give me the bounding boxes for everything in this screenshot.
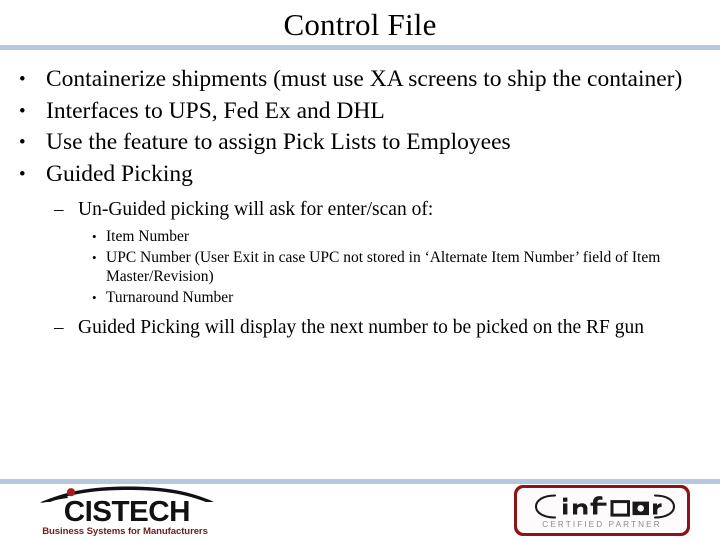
slide-footer: CISTECH Business Systems for Manufacture… (0, 479, 720, 540)
list-item-text: Interfaces to UPS, Fed Ex and DHL (46, 97, 385, 124)
page-title: Control File (283, 7, 437, 42)
list-item: • Turnaround Number (0, 288, 720, 308)
list-item-text: Un-Guided picking will ask for enter/sca… (78, 199, 434, 220)
slide-header: Control File (0, 0, 720, 50)
dash-marker-icon: – (54, 199, 64, 220)
list-item: • Guided Picking (0, 160, 720, 190)
dash-marker-icon: – (54, 317, 64, 338)
list-item: • UPC Number (User Exit in case UPC not … (0, 248, 720, 287)
infor-logo: CERTIFIED PARTNER (514, 485, 690, 536)
bullet-marker-icon: • (92, 289, 97, 305)
list-item: • Interfaces to UPS, Fed Ex and DHL (0, 97, 720, 127)
bullet-list: • Containerize shipments (must use XA sc… (0, 65, 720, 340)
bullet-marker-icon: • (19, 163, 26, 185)
list-item-text: Guided Picking (46, 160, 193, 187)
list-item: • Containerize shipments (must use XA sc… (0, 65, 720, 95)
slide-body: • Containerize shipments (must use XA sc… (0, 65, 720, 340)
cistech-wordmark: CISTECH (63, 496, 191, 528)
list-item-text: Containerize shipments (must use XA scre… (46, 66, 683, 92)
list-item-text: Turnaround Number (106, 288, 234, 306)
bullet-marker-icon: • (19, 132, 26, 153)
bullet-marker-icon: • (19, 69, 26, 90)
list-item-text: UPC Number (User Exit in case UPC not st… (106, 248, 661, 286)
list-item-text: Guided Picking will display the next num… (78, 317, 644, 338)
bullet-marker-icon: • (92, 249, 97, 265)
list-item: – Guided Picking will display the next n… (0, 315, 720, 340)
list-item: • Item Number (0, 227, 720, 247)
bullet-marker-icon: • (19, 100, 26, 122)
list-item-text: Item Number (106, 228, 190, 245)
list-item-text: Use the feature to assign Pick Lists to … (46, 129, 511, 155)
bullet-marker-icon: • (92, 229, 97, 244)
list-item: – Un-Guided picking will ask for enter/s… (0, 197, 720, 222)
cistech-logo: CISTECH Business Systems for Manufacture… (32, 486, 218, 537)
cistech-tagline: Business Systems for Manufacturers (42, 526, 208, 537)
infor-certified-partner-label: CERTIFIED PARTNER (542, 520, 662, 529)
list-item: • Use the feature to assign Pick Lists t… (0, 128, 720, 158)
header-divider (0, 45, 720, 50)
infor-wordmark-icon (534, 494, 676, 519)
